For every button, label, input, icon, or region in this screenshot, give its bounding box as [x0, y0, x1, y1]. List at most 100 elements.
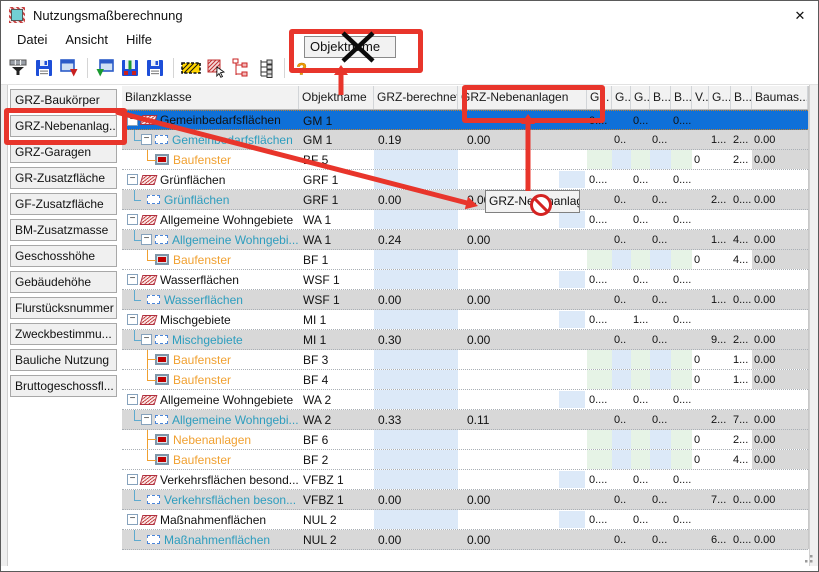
- sidebar-item[interactable]: GR-Zusatzfläche: [10, 167, 117, 189]
- table-row[interactable]: −Allgemeine Wohngebi...WA 20.330.110..0.…: [122, 410, 808, 430]
- table-row[interactable]: −GemeinbedarfsflächenGM 10....0...0....: [122, 110, 808, 130]
- cell-grz-nebenanlagen: [458, 111, 587, 129]
- column-header-grz_nebenanlagen[interactable]: GRZ-Nebenanlagen: [458, 86, 587, 109]
- filter-icon[interactable]: [7, 56, 31, 80]
- column-header-c9[interactable]: Baumas...: [752, 86, 808, 109]
- resize-grip[interactable]: [801, 551, 815, 565]
- column-header-c2[interactable]: G..: [612, 86, 631, 109]
- save-table-icon[interactable]: [118, 56, 142, 80]
- cell-c5: 0....: [671, 210, 692, 229]
- collapse-icon[interactable]: −: [127, 314, 138, 325]
- table-row[interactable]: −Allgemeine WohngebieteWA 10....0...0...…: [122, 210, 808, 230]
- cell-c3: [631, 530, 650, 549]
- table-row[interactable]: NebenanlagenBF 602...0.00: [122, 430, 808, 450]
- cell-c1: [587, 230, 612, 249]
- cell-c3: [631, 490, 650, 509]
- collapse-icon[interactable]: −: [127, 174, 138, 185]
- table-row[interactable]: −MischgebieteMI 10.300.000..0...9...2...…: [122, 330, 808, 350]
- collapse-icon[interactable]: −: [127, 214, 138, 225]
- export-icon[interactable]: [57, 56, 81, 80]
- cell-c8: [731, 111, 752, 129]
- import-icon[interactable]: [93, 56, 117, 80]
- column-header-bilanzklasse[interactable]: Bilanzklasse: [122, 86, 299, 109]
- sidebar-item[interactable]: GRZ-Nebenanlag...: [10, 115, 117, 137]
- table-row[interactable]: BaufensterBF 502...0.00: [122, 150, 808, 170]
- collapse-icon[interactable]: −: [127, 274, 138, 285]
- sidebar-item[interactable]: Zweckbestimmu...: [10, 323, 117, 345]
- close-icon[interactable]: ✕: [791, 7, 809, 25]
- column-header-c1[interactable]: G...: [587, 86, 612, 109]
- menu-item-ansicht[interactable]: Ansicht: [63, 30, 110, 49]
- tree-list-icon[interactable]: [254, 56, 278, 80]
- left-splitter[interactable]: [1, 85, 8, 566]
- column-header-objektname[interactable]: Objektname: [299, 86, 374, 109]
- sidebar-item[interactable]: BM-Zusatzmasse: [10, 219, 117, 241]
- table-row[interactable]: −MaßnahmenflächenNUL 20....0...0....: [122, 510, 808, 530]
- column-header-c8[interactable]: B...: [731, 86, 752, 109]
- selection-icon[interactable]: [179, 56, 203, 80]
- cell-c3: [631, 230, 650, 249]
- cell-c6: 0: [692, 450, 709, 469]
- table-row[interactable]: BaufensterBF 401...0.00: [122, 370, 808, 390]
- cell-grz-nebenanlagen: [458, 350, 587, 369]
- sidebar-item[interactable]: GRZ-Garagen: [10, 141, 117, 163]
- cell-c6: [692, 170, 709, 189]
- sidebar-item[interactable]: Geschosshöhe: [10, 245, 117, 267]
- row-label: Baufenster: [173, 353, 231, 367]
- table-row[interactable]: BaufensterBF 301...0.00: [122, 350, 808, 370]
- tree-branch-icon[interactable]: [229, 56, 253, 80]
- sidebar-item[interactable]: Bauliche Nutzung: [10, 349, 117, 371]
- collapse-icon[interactable]: −: [127, 474, 138, 485]
- collapse-icon[interactable]: −: [141, 234, 152, 245]
- table-row[interactable]: −MischgebieteMI 10....1...0....: [122, 310, 808, 330]
- sidebar-item[interactable]: Bruttogeschossfl...: [10, 375, 117, 397]
- sidebar-item[interactable]: GRZ-Baukörper: [10, 89, 117, 111]
- table-row[interactable]: −WasserflächenWSF 10....0...0....: [122, 270, 808, 290]
- collapse-icon[interactable]: −: [141, 134, 152, 145]
- cell-c1: 0....: [587, 210, 612, 229]
- table-row[interactable]: BaufensterBF 204...0.00: [122, 450, 808, 470]
- pick-object-icon[interactable]: [204, 56, 228, 80]
- table-row[interactable]: GrünflächenGRF 10.000.000..0...2...0....…: [122, 190, 808, 210]
- cell-c5: [671, 490, 692, 509]
- table-row[interactable]: WasserflächenWSF 10.000.000..0...1...0..…: [122, 290, 808, 310]
- save-icon[interactable]: [32, 56, 56, 80]
- column-header-grz_berechnet[interactable]: GRZ-berechnet: [374, 86, 458, 109]
- collapse-icon[interactable]: −: [127, 514, 138, 525]
- menu-item-hilfe[interactable]: Hilfe: [124, 30, 154, 49]
- sidebar-item[interactable]: Flurstücksnummer: [10, 297, 117, 319]
- help-icon[interactable]: ?: [290, 56, 314, 80]
- cell-c1: 0....: [587, 510, 612, 529]
- menu-item-datei[interactable]: Datei: [15, 30, 49, 49]
- column-header-c4[interactable]: B...: [650, 86, 671, 109]
- cell-grz-nebenanlagen: 0.00: [458, 290, 587, 309]
- row-label: Gemeinbedarfsflächen: [160, 113, 281, 127]
- collapse-icon[interactable]: −: [127, 115, 138, 126]
- table-row[interactable]: BaufensterBF 104...0.00: [122, 250, 808, 270]
- area-object-icon: [147, 295, 160, 304]
- cell-value: 0.00: [467, 293, 490, 307]
- cell-grz-nebenanlagen: [458, 250, 587, 269]
- column-header-c3[interactable]: G..: [631, 86, 650, 109]
- cell-c6: [692, 490, 709, 509]
- collapse-icon[interactable]: −: [141, 414, 152, 425]
- column-header-c6[interactable]: V..: [692, 86, 709, 109]
- table-row[interactable]: Verkehrsflächen beson...VFBZ 10.000.000.…: [122, 490, 808, 510]
- table-row[interactable]: −Verkehrsflächen besond...VFBZ 10....0..…: [122, 470, 808, 490]
- sidebar-item[interactable]: GF-Zusatzfläche: [10, 193, 117, 215]
- table-row[interactable]: MaßnahmenflächenNUL 20.000.000..0...6...…: [122, 530, 808, 550]
- save-all-icon[interactable]: [143, 56, 167, 80]
- column-header-c5[interactable]: B...: [671, 86, 692, 109]
- collapse-icon[interactable]: −: [141, 334, 152, 345]
- table-row[interactable]: −Allgemeine Wohngebi...WA 10.240.000..0.…: [122, 230, 808, 250]
- collapse-icon[interactable]: −: [127, 394, 138, 405]
- app-window: Nutzungsmaßberechnung ✕ DateiAnsichtHilf…: [0, 0, 819, 572]
- cell-c9: 0.00: [752, 530, 808, 549]
- table-row[interactable]: −GemeinbedarfsflächenGM 10.190.000..0...…: [122, 130, 808, 150]
- cell-objektname: MI 1: [299, 330, 374, 349]
- sidebar-item[interactable]: Gebäudehöhe: [10, 271, 117, 293]
- column-header-c7[interactable]: G...: [709, 86, 731, 109]
- table-row[interactable]: −GrünflächenGRF 10....0...0....: [122, 170, 808, 190]
- dragged-column-button[interactable]: Objektname: [304, 36, 396, 58]
- table-row[interactable]: −Allgemeine WohngebieteWA 20....0...0...…: [122, 390, 808, 410]
